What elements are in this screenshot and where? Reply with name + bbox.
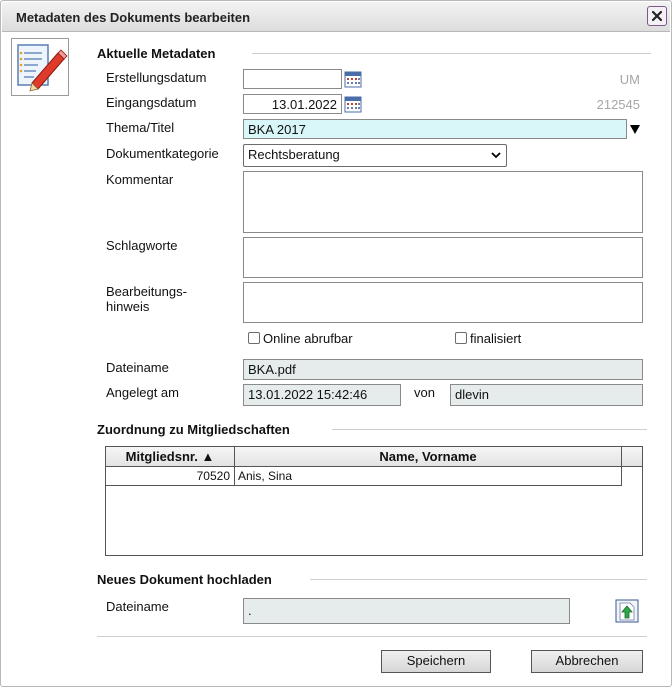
note-um: UM bbox=[619, 72, 640, 87]
upload-icon bbox=[615, 599, 639, 623]
close-button[interactable] bbox=[647, 6, 667, 26]
thema-dropdown-button[interactable] bbox=[628, 120, 642, 138]
document-edit-icon bbox=[17, 44, 68, 92]
section-title-current-metadata: Aktuelle Metadaten bbox=[97, 46, 216, 61]
angelegt-field: 13.01.2022 15:42:46 bbox=[243, 384, 401, 406]
cell-name: Anis, Sina bbox=[235, 467, 622, 486]
cancel-button[interactable]: Abbrechen bbox=[531, 650, 643, 673]
chevron-down-icon bbox=[491, 152, 501, 159]
online-checkbox[interactable] bbox=[248, 332, 260, 344]
save-button[interactable]: Speichern bbox=[381, 650, 491, 673]
angelegt-user-field: dlevin bbox=[450, 384, 643, 406]
footer-divider bbox=[97, 636, 647, 637]
calendar-icon bbox=[344, 71, 362, 88]
column-header-name[interactable]: Name, Vorname bbox=[235, 447, 622, 467]
triangle-down-icon bbox=[630, 125, 640, 134]
label-thema: Thema/Titel bbox=[106, 120, 175, 135]
calendar-button-eingangsdatum[interactable] bbox=[344, 95, 362, 113]
cell-mitgliedsnr: 70520 bbox=[106, 467, 235, 486]
eingangsdatum-input[interactable]: 13.01.2022 bbox=[243, 94, 342, 114]
label-eingangsdatum: Eingangsdatum bbox=[106, 95, 197, 110]
section-title-upload: Neues Dokument hochladen bbox=[97, 572, 272, 587]
label-kategorie: Dokumentkategorie bbox=[106, 146, 219, 161]
erstellungsdatum-input[interactable] bbox=[243, 69, 342, 89]
kommentar-textarea[interactable] bbox=[243, 171, 643, 233]
thema-input[interactable]: BKA 2017 bbox=[243, 119, 627, 139]
label-dateiname: Dateiname bbox=[106, 360, 169, 375]
dateiname-field: BKA.pdf bbox=[243, 359, 643, 380]
label-upload-dateiname: Dateiname bbox=[106, 599, 169, 614]
column-header-spacer bbox=[622, 447, 642, 467]
dialog-title: Metadaten des Dokuments bearbeiten bbox=[16, 10, 251, 25]
note-id: 212545 bbox=[596, 97, 640, 112]
close-icon bbox=[651, 10, 663, 22]
document-edit-icon-box bbox=[11, 38, 69, 96]
kategorie-select[interactable]: Rechtsberatung bbox=[243, 144, 507, 167]
upload-file-field[interactable]: . bbox=[243, 598, 570, 624]
section-title-membership: Zuordnung zu Mitgliedschaften bbox=[97, 422, 290, 437]
label-finalisiert: finalisiert bbox=[470, 331, 522, 346]
calendar-button-erstellungsdatum[interactable] bbox=[344, 70, 362, 88]
label-schlagworte: Schlagworte bbox=[106, 238, 178, 253]
column-header-mitgliedsnr[interactable]: Mitgliedsnr. ▲ bbox=[106, 447, 235, 467]
kategorie-selected-value: Rechtsberatung bbox=[248, 147, 340, 162]
dialog-titlebar: Metadaten des Dokuments bearbeiten bbox=[2, 2, 670, 32]
schlagworte-textarea[interactable] bbox=[243, 237, 643, 278]
section-divider bbox=[310, 579, 647, 580]
section-divider bbox=[252, 53, 651, 54]
label-online: Online abrufbar bbox=[263, 331, 353, 346]
membership-table: Mitgliedsnr. ▲ Name, Vorname 70520 Anis,… bbox=[105, 446, 643, 556]
label-hinweis-line1: Bearbeitungs- bbox=[106, 284, 187, 299]
upload-button[interactable] bbox=[615, 599, 639, 623]
section-divider bbox=[332, 429, 647, 430]
calendar-icon bbox=[344, 96, 362, 113]
label-hinweis-line2: hinweis bbox=[106, 299, 150, 314]
label-angelegt: Angelegt am bbox=[106, 385, 179, 400]
label-erstellungsdatum: Erstellungsdatum bbox=[106, 70, 207, 85]
hinweis-textarea[interactable] bbox=[243, 282, 643, 323]
label-kommentar: Kommentar bbox=[106, 172, 174, 187]
label-von: von bbox=[414, 385, 435, 400]
finalisiert-checkbox[interactable] bbox=[455, 332, 467, 344]
